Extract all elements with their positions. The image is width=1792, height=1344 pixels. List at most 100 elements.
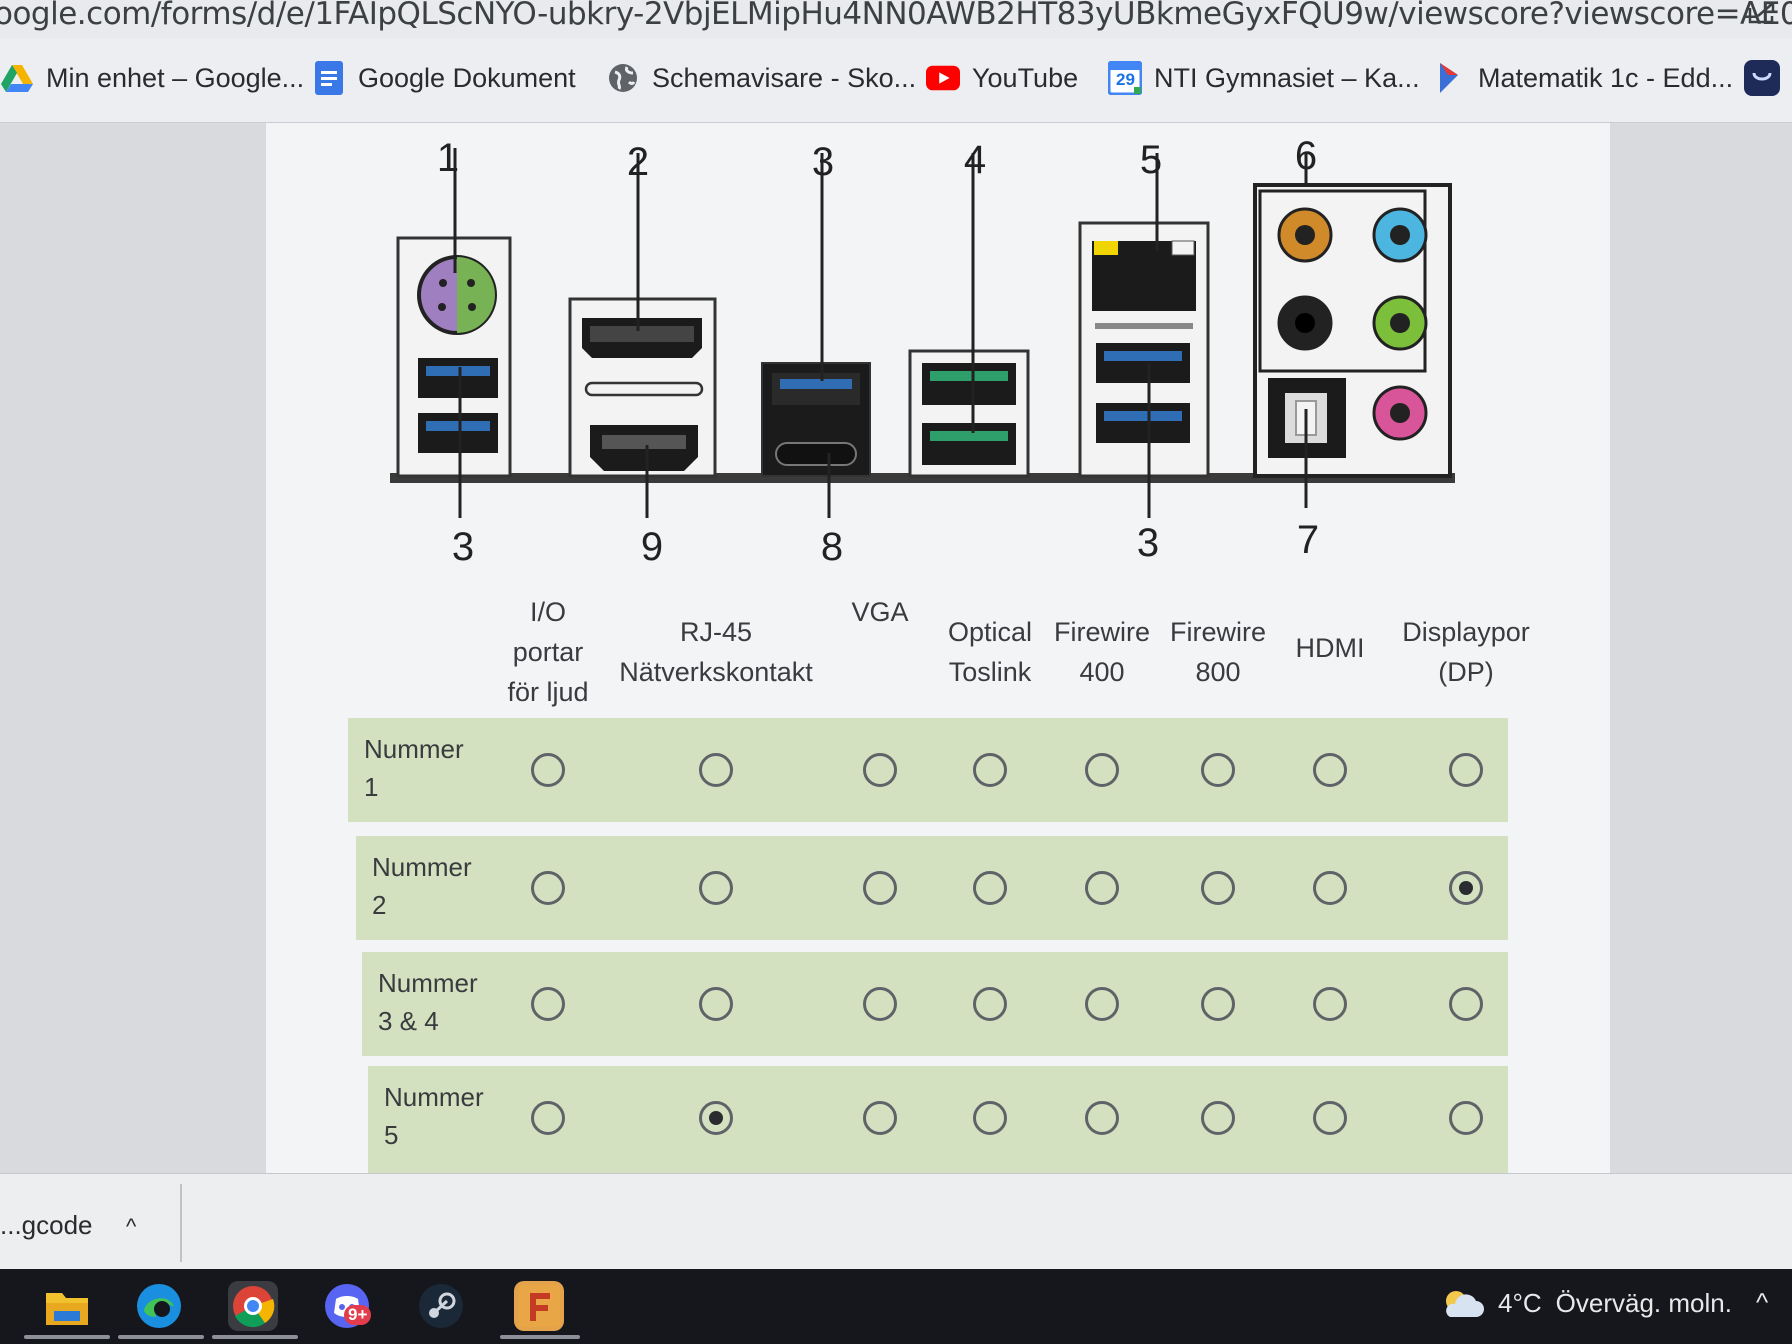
- radio-button[interactable]: [1201, 1101, 1235, 1135]
- chrome-icon[interactable]: [228, 1281, 278, 1331]
- label-bottom-8: 8: [821, 525, 843, 569]
- bookmark-label: Google Dokument: [358, 62, 576, 93]
- taskbar-indicator: [500, 1335, 580, 1339]
- google-drive-icon: [0, 61, 34, 95]
- weather-widget[interactable]: 4°C Överväg. moln.: [1440, 1287, 1732, 1319]
- radio-button[interactable]: [863, 871, 897, 905]
- address-bar[interactable]: oogle.com/forms/d/e/1FAIpQLScNYO-ubkry-2…: [0, 0, 1792, 38]
- download-separator: [180, 1184, 182, 1262]
- download-chevron-icon[interactable]: ^: [126, 1214, 136, 1240]
- radio-button-selected[interactable]: [1449, 871, 1483, 905]
- download-bar: ...gcode ^: [0, 1173, 1792, 1270]
- bookmarks-bar: Min enhet – Google... Google Dokument Sc…: [0, 38, 1792, 123]
- label-top-5: 5: [1140, 138, 1162, 182]
- radio-button[interactable]: [863, 987, 897, 1021]
- radio-button[interactable]: [1313, 1101, 1347, 1135]
- bookmark-label: Matematik 1c - Edd...: [1478, 62, 1734, 93]
- row-label-line: 5: [384, 1120, 399, 1150]
- bookmark-label: NTI Gymnasiet – Ka...: [1154, 62, 1420, 93]
- motherboard-io-diagram: 1 2 3 4 5 6 3 9 8 3 7: [390, 134, 1455, 569]
- radio-button[interactable]: [699, 871, 733, 905]
- radio-button[interactable]: [863, 753, 897, 787]
- slicer-app-icon[interactable]: [514, 1281, 564, 1331]
- label-top-4: 4: [964, 138, 986, 182]
- google-docs-icon: [312, 61, 346, 95]
- radio-button[interactable]: [1085, 753, 1119, 787]
- edge-icon[interactable]: [134, 1281, 184, 1331]
- radio-button[interactable]: [1201, 987, 1235, 1021]
- discord-badge: 9+: [344, 1305, 372, 1325]
- row-label-line: Nummer: [364, 734, 464, 764]
- radio-button[interactable]: [1313, 871, 1347, 905]
- radio-button[interactable]: [1313, 987, 1347, 1021]
- radio-button[interactable]: [863, 1101, 897, 1135]
- label-bottom-9: 9: [641, 525, 663, 569]
- tray-chevron-icon[interactable]: ^: [1756, 1287, 1768, 1318]
- radio-button-selected[interactable]: [699, 1101, 733, 1135]
- radio-button[interactable]: [531, 987, 565, 1021]
- radio-button[interactable]: [1313, 753, 1347, 787]
- file-explorer-icon[interactable]: [42, 1281, 92, 1331]
- bookmark-matematik[interactable]: Matematik 1c - Edd...: [1432, 56, 1733, 100]
- eddler-icon: [1432, 61, 1466, 95]
- radio-button[interactable]: [973, 871, 1007, 905]
- label-bottom-7: 7: [1297, 518, 1319, 562]
- label-bottom-3a: 3: [452, 525, 474, 569]
- taskbar: 9+ 4°C Överväg. moln. ^: [0, 1269, 1792, 1344]
- weather-desc: Överväg. moln.: [1555, 1287, 1732, 1318]
- cloud-icon: [1446, 1291, 1484, 1317]
- rj45-usb-block: [1078, 221, 1210, 478]
- column-header-line: (DP): [1438, 657, 1494, 687]
- weather-temp: 4°C: [1498, 1287, 1542, 1318]
- taskbar-indicator: [118, 1335, 204, 1339]
- column-header-line: Nätverkskontakt: [619, 657, 813, 687]
- radio-button[interactable]: [531, 753, 565, 787]
- radio-button[interactable]: [1201, 871, 1235, 905]
- url-text[interactable]: oogle.com/forms/d/e/1FAIpQLScNYO-ubkry-2…: [0, 0, 1792, 32]
- radio-button[interactable]: [973, 987, 1007, 1021]
- row-label-line: 2: [372, 890, 387, 920]
- label-bottom-3b: 3: [1137, 521, 1159, 565]
- bookmark-google-dokument[interactable]: Google Dokument: [312, 56, 576, 100]
- bookmark-label: YouTube: [972, 62, 1079, 93]
- bookmark-label: Schemavisare - Sko...: [652, 62, 917, 93]
- row-label: Nummer 1: [364, 730, 464, 806]
- audio-optical-block: [1253, 183, 1452, 478]
- radio-button[interactable]: [1085, 1101, 1119, 1135]
- radio-button[interactable]: [531, 1101, 565, 1135]
- radio-button[interactable]: [531, 871, 565, 905]
- bookmark-youtube[interactable]: YouTube: [926, 56, 1078, 100]
- label-top-1: 1: [437, 136, 459, 180]
- radio-button[interactable]: [1449, 1101, 1483, 1135]
- radio-button[interactable]: [1449, 753, 1483, 787]
- bookmark-min-enhet[interactable]: Min enhet – Google...: [0, 56, 304, 100]
- row-label-line: Nummer: [378, 968, 478, 998]
- radio-button[interactable]: [1085, 987, 1119, 1021]
- radio-button[interactable]: [699, 987, 733, 1021]
- radio-button[interactable]: [699, 753, 733, 787]
- usb-usbc-block: [761, 362, 871, 477]
- discord-icon[interactable]: 9+: [322, 1281, 372, 1331]
- youtube-icon: [926, 61, 960, 95]
- radio-button[interactable]: [973, 753, 1007, 787]
- globe-icon: [606, 61, 640, 95]
- extension-icon[interactable]: [1744, 60, 1780, 96]
- column-header-line: Displaypor: [1402, 617, 1530, 647]
- column-header: Displaypor (DP): [1356, 612, 1576, 692]
- radio-button[interactable]: [1449, 987, 1483, 1021]
- radio-button[interactable]: [1201, 753, 1235, 787]
- ps2-usb-block: [396, 236, 512, 478]
- row-label: Nummer 5: [384, 1078, 484, 1154]
- radio-button[interactable]: [973, 1101, 1007, 1135]
- bookmark-nti-gymnasiet[interactable]: 29 NTI Gymnasiet – Ka...: [1108, 56, 1420, 100]
- row-label-line: Nummer: [384, 1082, 484, 1112]
- share-icon[interactable]: [1746, 0, 1778, 26]
- label-top-6: 6: [1295, 134, 1317, 178]
- bookmark-schemavisare[interactable]: Schemavisare - Sko...: [606, 56, 916, 100]
- download-filename[interactable]: ...gcode: [0, 1210, 93, 1241]
- radio-button[interactable]: [1085, 871, 1119, 905]
- taskbar-indicator: [24, 1335, 110, 1339]
- steam-icon[interactable]: [416, 1281, 466, 1331]
- row-label: Nummer 3 & 4: [378, 964, 478, 1040]
- taskbar-indicator: [212, 1335, 298, 1339]
